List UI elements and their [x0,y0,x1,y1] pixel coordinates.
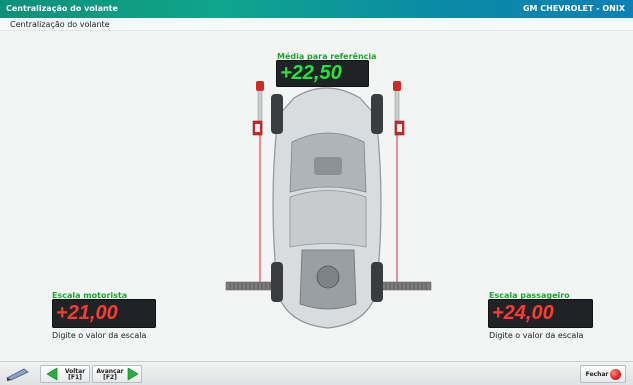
back-button[interactable]: Voltar [F1] [40,365,90,383]
next-button[interactable]: Avançar [F2] [92,365,142,383]
reference-value-display: +22,50 [276,60,369,87]
driver-scale-hint: Digite o valor da escala [52,331,147,340]
next-button-key: [F2] [103,374,117,381]
car-top-view-illustration [225,81,432,329]
driver-scale-input[interactable]: +21,00 [52,299,156,328]
window-title: Centralização do volante [6,4,118,13]
close-button[interactable]: Fechar [580,365,626,383]
breadcrumb: Centralização do volante [0,18,633,31]
passenger-scale-input[interactable]: +24,00 [488,299,593,328]
pencil-icon [6,368,29,381]
back-arrow-icon [46,367,58,381]
close-icon [610,369,621,380]
close-button-label: Fechar [585,371,609,378]
bottom-toolbar: Voltar [F1] Avançar [F2] Fechar [0,361,633,385]
title-bar: Centralização do volante GM CHEVROLET - … [0,0,633,18]
back-button-key: [F1] [68,374,82,381]
passenger-scale-hint: Digite o valor da escala [489,331,584,340]
next-arrow-icon [127,367,139,381]
vehicle-name: GM CHEVROLET - ONIX [522,4,625,13]
